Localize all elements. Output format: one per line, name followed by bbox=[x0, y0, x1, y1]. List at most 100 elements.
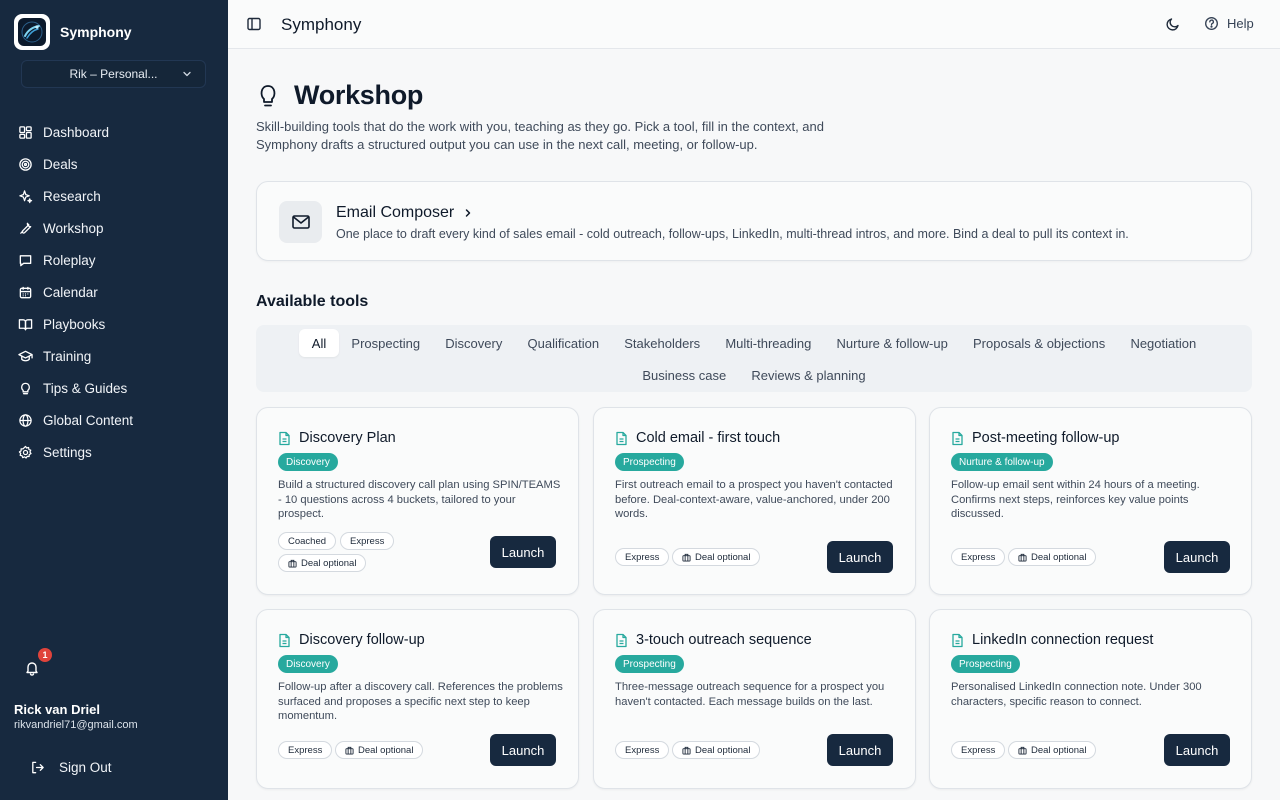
document-icon bbox=[952, 431, 963, 445]
chevron-down-icon bbox=[183, 71, 191, 77]
filter-row: Business case Reviews & planning bbox=[256, 361, 1252, 389]
composer-icon-box bbox=[279, 201, 322, 243]
tag-deal-optional: Deal optional bbox=[1008, 741, 1097, 759]
sidebar-item-label: Roleplay bbox=[43, 252, 96, 268]
document-icon bbox=[952, 633, 963, 647]
filter-prospecting[interactable]: Prospecting bbox=[339, 329, 433, 357]
bell-icon[interactable] bbox=[24, 660, 40, 676]
card-title: Post-meeting follow-up bbox=[951, 430, 1120, 446]
launch-button[interactable]: Launch bbox=[490, 734, 556, 766]
sidebar-item-roleplay[interactable]: Roleplay bbox=[0, 244, 228, 276]
sidebar-item-calendar[interactable]: Calendar bbox=[0, 276, 228, 308]
card-description: Build a structured discovery call plan u… bbox=[278, 479, 561, 520]
launch-button[interactable]: Launch bbox=[1164, 734, 1230, 766]
launch-button[interactable]: Launch bbox=[827, 541, 893, 573]
lightbulb-icon bbox=[21, 382, 30, 394]
filter-discovery[interactable]: Discovery bbox=[433, 329, 515, 357]
sidebar-item-tips-guides[interactable]: Tips & Guides bbox=[0, 372, 228, 404]
card-title-text: Cold email - first touch bbox=[636, 430, 781, 446]
app-logo bbox=[14, 14, 50, 50]
sidebar-item-dashboard[interactable]: Dashboard bbox=[0, 116, 228, 148]
sidebar-toggle-icon[interactable] bbox=[246, 16, 262, 32]
filter-proposals-objections[interactable]: Proposals & objections bbox=[960, 329, 1117, 357]
help-button[interactable]: Help bbox=[1204, 16, 1254, 31]
workspace-label: Rik – Personal... bbox=[69, 67, 158, 81]
filter-nurture-follow-up[interactable]: Nurture & follow-up bbox=[824, 329, 960, 357]
sidebar-item-research[interactable]: Research bbox=[0, 180, 228, 212]
tag-express: Express bbox=[951, 741, 1006, 759]
tag-label: Deal optional bbox=[1031, 744, 1087, 756]
sign-out-label: Sign Out bbox=[59, 760, 112, 775]
tool-card-cold-email: Cold email - first touch Prospecting Fir… bbox=[593, 407, 916, 595]
document-icon bbox=[279, 633, 290, 647]
card-title: 3-touch outreach sequence bbox=[615, 632, 812, 648]
filter-qualification[interactable]: Qualification bbox=[515, 329, 612, 357]
email-composer-card[interactable]: Email Composer One place to draft every … bbox=[256, 181, 1252, 261]
category-badge: Discovery bbox=[278, 453, 338, 471]
graduation-cap-icon bbox=[18, 350, 33, 361]
category-filter-bar: All Prospecting Discovery Qualification … bbox=[256, 325, 1252, 392]
logout-icon bbox=[32, 761, 44, 774]
chat-icon bbox=[19, 254, 32, 266]
category-badge: Nurture & follow-up bbox=[951, 453, 1053, 471]
brand-name: Symphony bbox=[60, 24, 132, 40]
tag-express: Express bbox=[951, 548, 1006, 566]
card-description: Personalised LinkedIn connection note. U… bbox=[951, 681, 1202, 708]
card-title: LinkedIn connection request bbox=[951, 632, 1153, 648]
target-icon bbox=[19, 157, 32, 171]
user-name: Rick van Driel bbox=[14, 702, 100, 717]
sidebar-item-playbooks[interactable]: Playbooks bbox=[0, 308, 228, 340]
sidebar-item-deals[interactable]: Deals bbox=[0, 148, 228, 180]
card-title-text: 3-touch outreach sequence bbox=[636, 632, 812, 648]
moon-icon[interactable] bbox=[1165, 16, 1181, 32]
sidebar-item-training[interactable]: Training bbox=[0, 340, 228, 372]
category-badge: Discovery bbox=[278, 655, 338, 673]
notification-badge: 1 bbox=[38, 648, 52, 662]
tag-deal-optional: Deal optional bbox=[672, 741, 761, 759]
lightbulb-icon bbox=[260, 84, 276, 106]
briefcase-icon bbox=[682, 553, 691, 562]
launch-button[interactable]: Launch bbox=[827, 734, 893, 766]
card-description: Three-message outreach sequence for a pr… bbox=[615, 681, 885, 708]
launch-button[interactable]: Launch bbox=[1164, 541, 1230, 573]
tag-label: Deal optional bbox=[695, 744, 751, 756]
card-title-text: Post-meeting follow-up bbox=[972, 430, 1120, 446]
filter-negotiation[interactable]: Negotiation bbox=[1118, 329, 1209, 357]
sidebar-item-label: Deals bbox=[43, 156, 78, 172]
card-title: Discovery Plan bbox=[278, 430, 396, 446]
tag-deal-optional: Deal optional bbox=[335, 741, 424, 759]
workspace-selector[interactable]: Rik – Personal... bbox=[21, 60, 206, 88]
filter-multi-threading[interactable]: Multi-threading bbox=[713, 329, 824, 357]
document-icon bbox=[616, 431, 627, 445]
sidebar-item-settings[interactable]: Settings bbox=[0, 436, 228, 468]
filter-row: All Prospecting Discovery Qualification … bbox=[256, 329, 1252, 357]
briefcase-icon bbox=[682, 746, 691, 755]
chevron-right-icon bbox=[466, 209, 471, 217]
launch-button[interactable]: Launch bbox=[490, 536, 556, 568]
tag-coached: Coached bbox=[278, 532, 337, 550]
tool-card-discovery-plan: Discovery Plan Discovery Build a structu… bbox=[256, 407, 579, 595]
sidebar-item-label: Dashboard bbox=[43, 124, 110, 140]
briefcase-icon bbox=[1018, 553, 1027, 562]
sidebar-item-label: Tips & Guides bbox=[43, 380, 128, 396]
tag-label: Deal optional bbox=[695, 551, 751, 563]
tag-label: Deal optional bbox=[1031, 551, 1087, 563]
section-title: Available tools bbox=[256, 293, 369, 310]
card-title: Discovery follow-up bbox=[278, 632, 425, 648]
filter-business-case[interactable]: Business case bbox=[630, 361, 739, 389]
tag-label: Deal optional bbox=[358, 744, 414, 756]
sidebar-item-global-content[interactable]: Global Content bbox=[0, 404, 228, 436]
page-header: Workshop bbox=[256, 80, 423, 111]
tool-card-3-touch-outreach: 3-touch outreach sequence Prospecting Th… bbox=[593, 609, 916, 789]
card-title: Cold email - first touch bbox=[615, 430, 780, 446]
filter-stakeholders[interactable]: Stakeholders bbox=[612, 329, 713, 357]
category-badge: Prospecting bbox=[951, 655, 1020, 673]
topbar-title: Symphony bbox=[281, 15, 362, 34]
sidebar-item-workshop[interactable]: Workshop bbox=[0, 212, 228, 244]
tag-express: Express bbox=[615, 741, 670, 759]
brand[interactable]: Symphony bbox=[14, 14, 132, 50]
filter-all[interactable]: All bbox=[299, 329, 339, 357]
tag-express: Express bbox=[340, 532, 395, 550]
filter-reviews-planning[interactable]: Reviews & planning bbox=[739, 361, 878, 389]
sign-out-button[interactable]: Sign Out bbox=[30, 760, 112, 775]
